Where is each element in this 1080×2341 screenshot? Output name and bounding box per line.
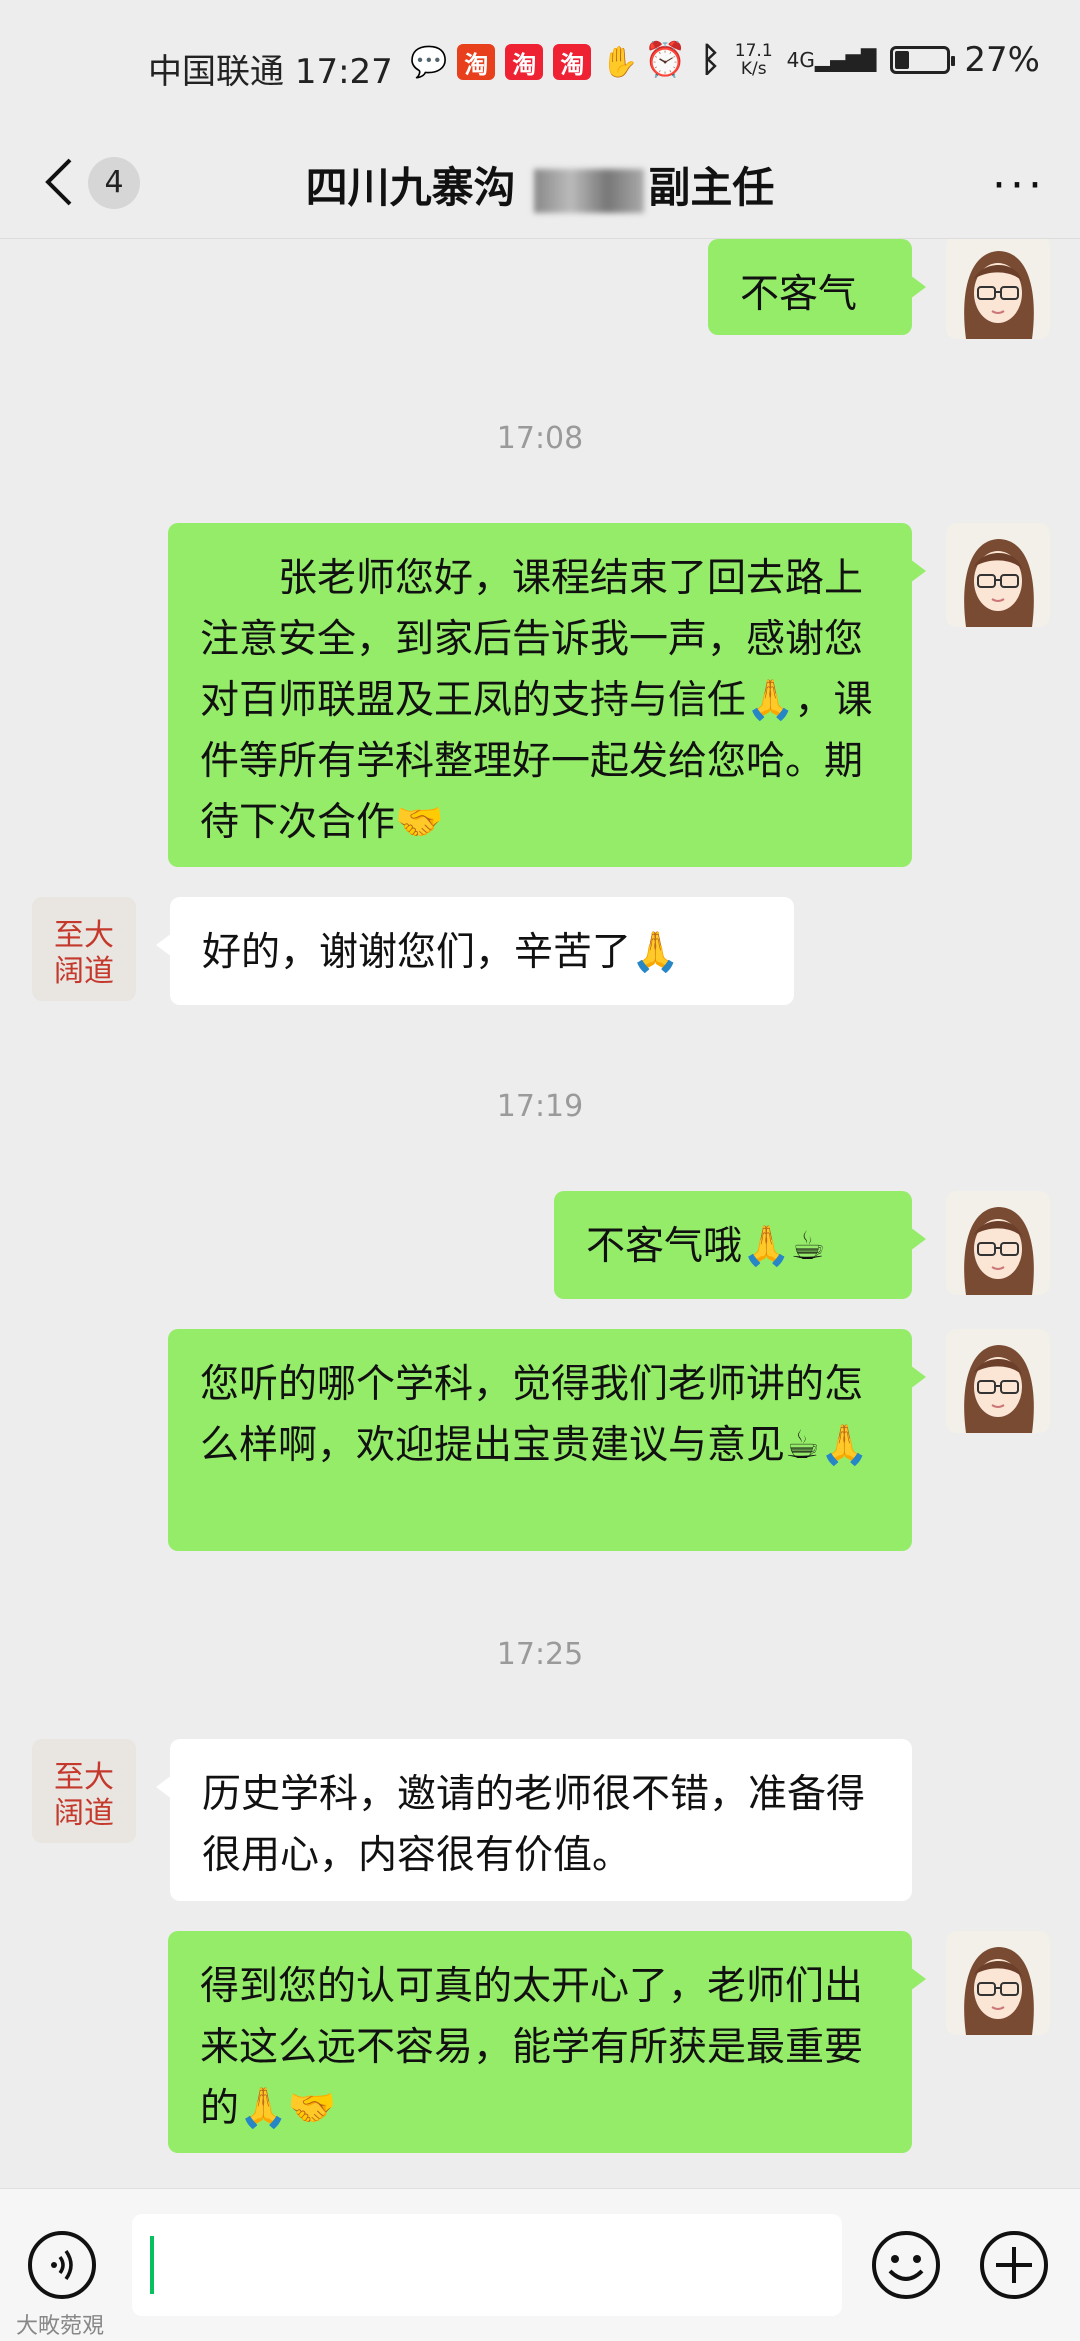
chat-header: 4 四川九寨沟 副主任 ··· — [0, 130, 1080, 239]
message-bubble-received[interactable]: 历史学科，邀请的老师很不错，准备得很用心，内容很有价值。 — [156, 1739, 912, 1901]
emoji-icon[interactable] — [870, 2229, 942, 2301]
notification-icons: 💬 淘 淘 淘 ✋ — [410, 44, 639, 80]
svg-text:阔道: 阔道 — [54, 954, 114, 989]
taobao-icon: 淘 — [505, 44, 544, 80]
message-bubble-sent[interactable]: 您听的哪个学科，觉得我们老师讲的怎么样啊，欢迎提出宝贵建议与意见☕🙏 — [168, 1329, 926, 1551]
my-avatar[interactable] — [946, 239, 1050, 339]
chat-title: 四川九寨沟 副主任 — [305, 163, 775, 213]
battery-percent: 27% — [964, 40, 1040, 80]
my-avatar[interactable] — [946, 1329, 1050, 1433]
redacted-name — [534, 168, 645, 213]
alarm-icon: ⏰ — [644, 40, 687, 80]
svg-text:阔道: 阔道 — [54, 1796, 114, 1831]
svg-text:至大: 至大 — [54, 918, 114, 953]
battery-icon — [890, 46, 956, 74]
message-list[interactable]: 不客气 17:08 张老师您好，课程结束了回去路上注意安全，到家后告诉我一声，感… — [0, 239, 1080, 2187]
message-bubble-sent[interactable]: 张老师您好，课程结束了回去路上注意安全，到家后告诉我一声，感谢您对百师联盟及王凤… — [168, 523, 926, 867]
status-right: ⏰ ᛒ 17.1 K/s 4G▂▄▆█ 27% — [644, 40, 1040, 80]
bluetooth-icon: ᛒ — [700, 40, 721, 80]
taobao-icon: 淘 — [457, 44, 496, 80]
message-bubble-sent[interactable]: 不客气 — [708, 239, 926, 335]
my-avatar[interactable] — [946, 1191, 1050, 1295]
voice-input-icon[interactable] — [28, 2231, 96, 2299]
hand-icon: ✋ — [601, 44, 639, 80]
my-avatar[interactable] — [946, 1931, 1050, 2035]
message-bubble-received[interactable]: 好的，谢谢您们，辛苦了🙏 — [156, 897, 794, 1005]
message-bubble-sent[interactable]: 得到您的认可真的太开心了，老师们出来这么远不容易，能学有所获是最重要的🙏🤝 — [168, 1931, 926, 2153]
more-options-button[interactable]: ··· — [992, 160, 1046, 211]
input-bar — [0, 2188, 1080, 2341]
net-speed: 17.1 K/s — [734, 41, 773, 79]
taobao-icon: 淘 — [553, 44, 592, 80]
text-cursor — [150, 2236, 154, 2294]
contact-avatar[interactable]: 至大 阔道 — [32, 1739, 136, 1843]
watermark: 大畋菀覌 — [16, 2314, 105, 2339]
timestamp: 17:19 — [496, 1089, 584, 1124]
svg-text:至大: 至大 — [54, 1760, 114, 1795]
timestamp: 17:08 — [496, 421, 584, 456]
status-bar: 中国联通 17:27 💬 淘 淘 淘 ✋ ⏰ ᛒ 17.1 K/s 4G▂▄▆█ … — [0, 0, 1080, 130]
message-bubble-sent[interactable]: 不客气哦🙏☕ — [554, 1191, 926, 1299]
my-avatar[interactable] — [946, 523, 1050, 627]
add-more-icon[interactable] — [978, 2229, 1050, 2301]
status-carrier-time: 中国联通 17:27 — [148, 52, 393, 92]
wechat-icon: 💬 — [410, 44, 448, 80]
contact-avatar[interactable]: 至大 阔道 — [32, 897, 136, 1001]
message-input[interactable] — [132, 2214, 842, 2316]
timestamp: 17:25 — [496, 1637, 584, 1672]
signal-icon: 4G▂▄▆█ — [786, 48, 877, 72]
